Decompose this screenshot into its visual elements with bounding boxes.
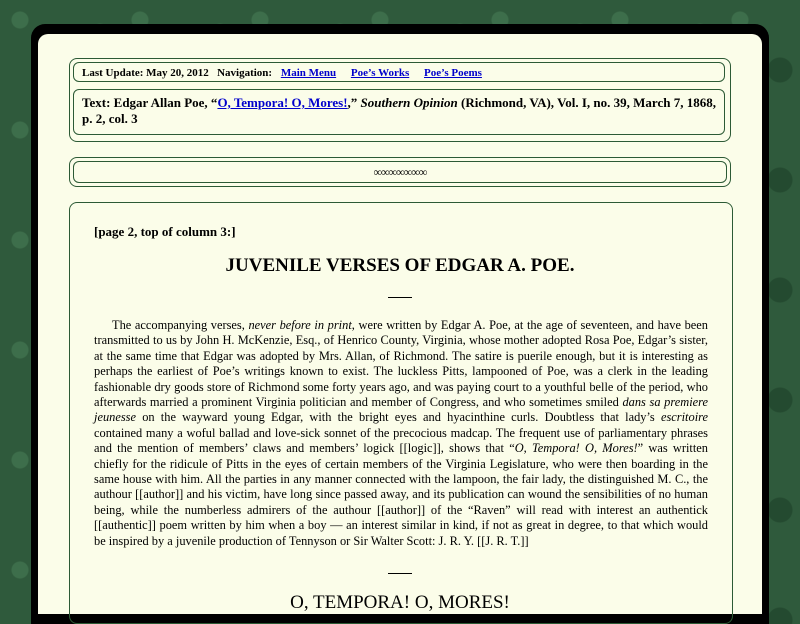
text-run: The accompanying verses, [112,318,249,332]
last-update: Last Update: May 20, 2012 [82,67,209,79]
separator-box: ∞∞∞∞∞∞∞ [69,157,731,187]
title-link[interactable]: O, Tempora! O, Mores! [217,95,347,110]
poes-poems-link[interactable]: Poe’s Poems [424,67,482,79]
text-run: on the wayward young Edgar, with the bri… [135,410,661,425]
italic-phrase: escritoire [660,410,708,425]
citation: Text: Edgar Allan Poe, “O, Tempora! O, M… [73,89,725,135]
italic-phrase: never before in print [248,318,352,332]
divider-rule-2 [388,573,412,574]
text-run: ” was written chiefly for the ridicule o… [94,441,709,548]
italic-phrase: O, Tempora! O, Mores! [514,441,638,456]
article-paragraph: The accompanying verses, never before in… [94,318,708,549]
divider-rule [388,297,412,298]
nav-bar: Last Update: May 20, 2012 Navigation: Ma… [73,62,725,82]
poes-works-link[interactable]: Poe’s Works [351,67,409,79]
journal-name: Southern Opinion [360,95,458,110]
article-title: JUVENILE VERSES OF EDGAR A. POE. [225,255,575,276]
separator-ornament: ∞∞∞∞∞∞∞ [73,161,727,183]
page-note: [page 2, top of column 3:] [94,224,236,239]
header-box: Last Update: May 20, 2012 Navigation: Ma… [69,58,731,142]
navigation-label: Navigation: [217,67,273,79]
main-menu-link[interactable]: Main Menu [281,67,336,79]
poem-title: O, TEMPORA! O, MORES! [290,592,510,613]
